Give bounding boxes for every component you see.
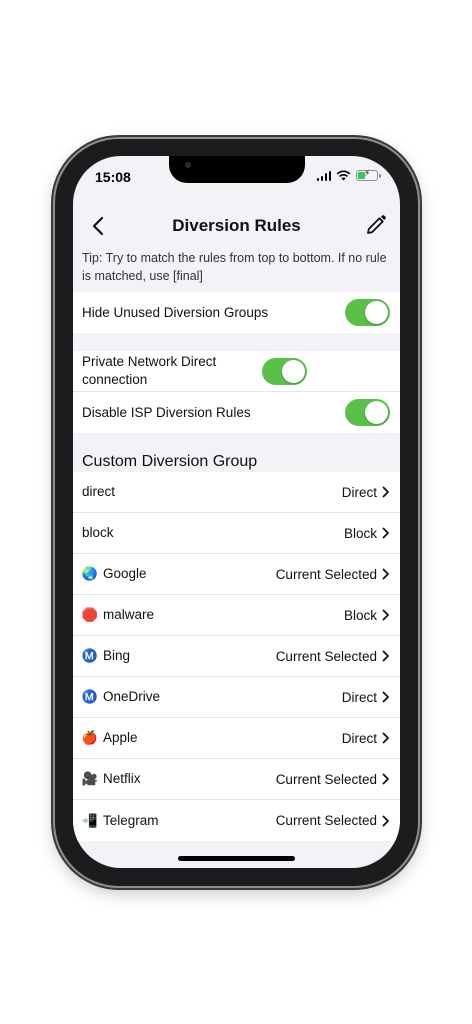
chevron-right-icon xyxy=(382,815,389,826)
chevron-right-icon xyxy=(382,650,389,662)
chevron-right-icon xyxy=(382,609,389,621)
diversion-group-name: Netflix xyxy=(103,771,141,786)
private-network-toggle[interactable] xyxy=(262,357,307,385)
diversion-group-row[interactable]: 🍎 Apple Direct xyxy=(73,718,400,759)
battery-icon: ⚡ xyxy=(356,168,381,181)
group-emoji-icon: Ⓜ️ xyxy=(81,648,99,663)
diversion-group-row[interactable]: block Block xyxy=(73,513,400,554)
status-bar: 15:08 ⚡ xyxy=(73,156,400,196)
diversion-group-label: 🍎 Apple xyxy=(82,729,342,747)
screen: 15:08 ⚡ Diversion Rules Tip: Try to matc… xyxy=(73,156,400,868)
diversion-group-value: Direct xyxy=(341,730,377,746)
diversion-group-label: 🎥 Netflix xyxy=(82,770,276,788)
disable-isp-row: Disable ISP Diversion Rules xyxy=(73,392,400,433)
diversion-group-value: Block xyxy=(343,607,377,623)
chevron-right-icon xyxy=(382,691,389,703)
chevron-right-icon xyxy=(382,773,389,785)
diversion-group-value: Current Selected xyxy=(275,648,377,664)
chevron-right-icon xyxy=(382,568,389,580)
diversion-group-value: Current Selected xyxy=(275,813,377,828)
diversion-group-row[interactable]: direct Direct xyxy=(73,472,400,513)
diversion-group-row[interactable]: 🛑 malware Block xyxy=(73,595,400,636)
diversion-group-name: direct xyxy=(82,484,116,499)
group-emoji-icon: 🛑 xyxy=(81,607,99,622)
diversion-group-row[interactable]: Ⓜ️ OneDrive Direct xyxy=(73,677,400,718)
pencil-icon[interactable] xyxy=(364,213,388,237)
group-emoji-icon: 🍎 xyxy=(81,730,99,745)
diversion-group-name: Apple xyxy=(103,730,138,745)
diversion-group-name: OneDrive xyxy=(103,689,161,704)
diversion-group-value: Current Selected xyxy=(275,566,377,582)
chevron-right-icon xyxy=(382,486,389,498)
diversion-group-name: Telegram xyxy=(103,812,159,828)
group-emoji-icon: Ⓜ️ xyxy=(81,689,99,704)
diversion-group-value: Direct xyxy=(341,689,377,705)
diversion-group-row[interactable]: Ⓜ️ Bing Current Selected xyxy=(73,636,400,677)
diversion-group-value: Block xyxy=(343,525,377,541)
diversion-group-name: block xyxy=(82,525,114,540)
diversion-group-label: Ⓜ️ OneDrive xyxy=(82,688,342,706)
network-settings-group: Private Network Direct connection Disabl… xyxy=(73,351,400,433)
status-icons: ⚡ xyxy=(316,168,381,181)
disable-isp-toggle[interactable] xyxy=(345,399,390,426)
home-indicator xyxy=(178,856,295,861)
diversion-group-label: block xyxy=(82,524,344,542)
private-network-row: Private Network Direct connection xyxy=(73,351,400,392)
diversion-group-value: Current Selected xyxy=(275,771,377,787)
custom-group-header: Custom Diversion Group xyxy=(82,453,258,470)
page-title: Diversion Rules xyxy=(172,216,301,235)
nav-bar: Diversion Rules xyxy=(73,208,400,244)
hide-unused-row: Hide Unused Diversion Groups xyxy=(73,292,400,333)
diversion-group-label: 🛑 malware xyxy=(82,606,344,624)
status-time: 15:08 xyxy=(95,169,131,185)
disable-isp-label: Disable ISP Diversion Rules xyxy=(82,404,251,420)
group-emoji-icon: 🎥 xyxy=(81,771,99,786)
hide-unused-toggle[interactable] xyxy=(345,299,390,326)
hide-unused-group: Hide Unused Diversion Groups xyxy=(73,292,400,333)
diversion-group-label: direct xyxy=(82,483,342,501)
diversion-group-name: Bing xyxy=(103,648,131,663)
diversion-group-label: Ⓜ️ Bing xyxy=(82,647,276,665)
wifi-icon xyxy=(336,170,351,181)
custom-group-list: direct Direct block Block 🌏 Google Current Sel… xyxy=(73,472,400,841)
diversion-group-row[interactable]: 📲 Telegram Current Selected xyxy=(73,800,400,841)
chevron-right-icon xyxy=(382,527,389,539)
diversion-group-label: 🌏 Google xyxy=(82,565,276,583)
tip-text: Tip: Try to match the rules from top to … xyxy=(82,251,387,283)
diversion-group-name: Google xyxy=(103,566,147,581)
diversion-group-row[interactable]: 🌏 Google Current Selected xyxy=(73,554,400,595)
diversion-group-name: malware xyxy=(103,607,155,622)
chevron-right-icon xyxy=(382,732,389,744)
group-emoji-icon: 🌏 xyxy=(81,566,99,581)
diversion-group-value: Direct xyxy=(341,484,377,500)
private-network-label: Private Network Direct connection xyxy=(82,354,217,387)
group-emoji-icon: 📲 xyxy=(81,812,99,828)
diversion-group-label: 📲 Telegram xyxy=(82,812,276,830)
diversion-group-row[interactable]: 🎥 Netflix Current Selected xyxy=(73,759,400,800)
hide-unused-label: Hide Unused Diversion Groups xyxy=(82,304,269,320)
signal-icon xyxy=(316,170,331,181)
